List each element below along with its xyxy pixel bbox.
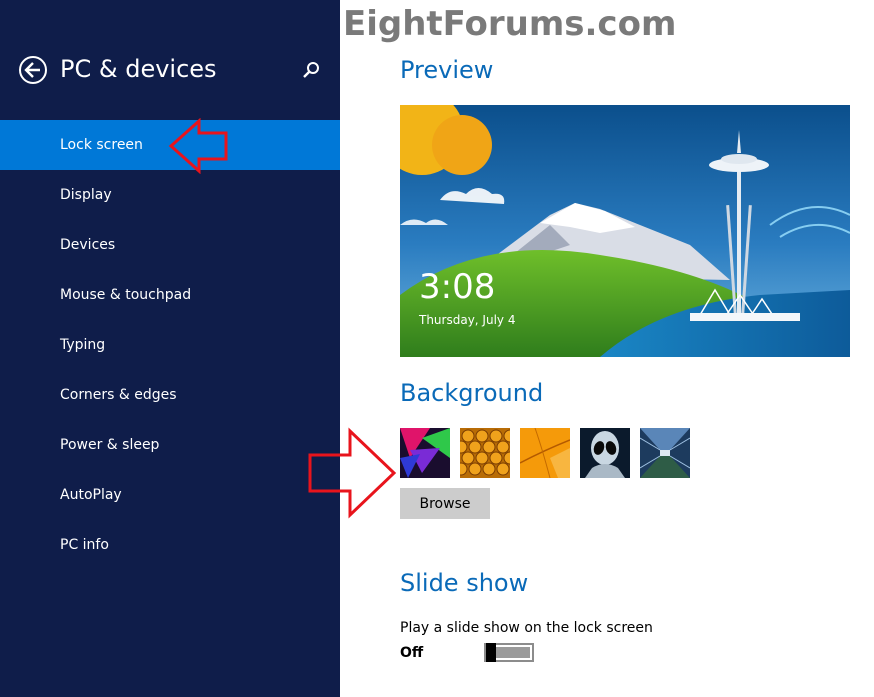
page-title: PC & devices [60, 55, 217, 83]
slideshow-toggle[interactable] [484, 643, 534, 662]
sidebar-item-mouse-touchpad[interactable]: Mouse & touchpad [0, 270, 340, 320]
preview-clock: 3:08 [419, 267, 496, 307]
toggle-knob[interactable] [486, 643, 496, 662]
annotation-arrow-right-icon [308, 427, 397, 519]
sidebar-item-display[interactable]: Display [0, 170, 340, 220]
sidebar-item-typing[interactable]: Typing [0, 320, 340, 370]
annotation-arrow-left-icon [168, 118, 228, 174]
toggle-track [496, 647, 530, 658]
thumbnail-alien[interactable] [580, 428, 630, 478]
sidebar-item-pc-info[interactable]: PC info [0, 520, 340, 570]
thumbnail-tunnel[interactable] [640, 428, 690, 478]
thumbnail-orange-leaf[interactable] [520, 428, 570, 478]
preview-date: Thursday, July 4 [419, 313, 516, 327]
preview-heading: Preview [400, 56, 494, 84]
thumbnail-abstract[interactable] [400, 428, 450, 478]
lock-screen-preview: 3:08 Thursday, July 4 [400, 105, 850, 357]
thumbnail-honeycomb[interactable] [460, 428, 510, 478]
search-icon[interactable] [300, 60, 322, 82]
background-heading: Background [400, 379, 544, 407]
slideshow-state-label: Off [400, 645, 424, 661]
back-arrow-icon[interactable] [19, 56, 47, 84]
sidebar: PC & devices Lock screen Display Devices… [0, 0, 340, 697]
slideshow-description: Play a slide show on the lock screen [400, 620, 653, 636]
sidebar-item-devices[interactable]: Devices [0, 220, 340, 270]
sidebar-nav: Lock screen Display Devices Mouse & touc… [0, 120, 340, 570]
watermark: EightForums.com [343, 4, 677, 44]
sidebar-item-power-sleep[interactable]: Power & sleep [0, 420, 340, 470]
sidebar-item-corners-edges[interactable]: Corners & edges [0, 370, 340, 420]
slideshow-heading: Slide show [400, 569, 529, 597]
sidebar-item-autoplay[interactable]: AutoPlay [0, 470, 340, 520]
browse-button[interactable]: Browse [400, 488, 490, 519]
